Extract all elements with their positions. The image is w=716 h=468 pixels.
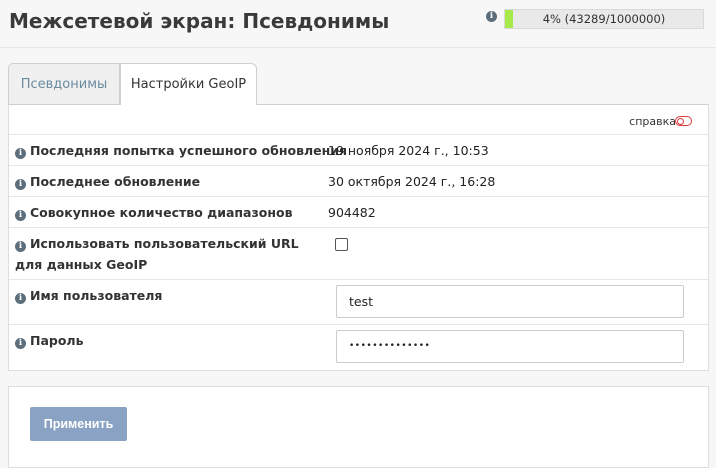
row-custom-url: i Использовать пользовательский URL для д… (9, 228, 708, 280)
row-label: i Последнее обновление (15, 171, 200, 192)
help-toggle[interactable] (675, 116, 692, 126)
row-label: i Использовать пользовательский URL для д… (15, 233, 315, 275)
custom-url-label: Использовать пользовательский URL для да… (15, 236, 299, 272)
password-label: Пароль (30, 333, 84, 348)
info-icon[interactable]: i (15, 293, 26, 304)
last-update-label: Последнее обновление (30, 174, 201, 189)
info-icon[interactable]: i (15, 148, 26, 159)
help-row: справка (9, 105, 708, 135)
last-update-value: 30 октября 2024 г., 16:28 (328, 174, 496, 189)
info-icon[interactable]: i (486, 11, 497, 22)
tab-aliases[interactable]: Псевдонимы (8, 63, 120, 105)
page-title: Межсетевой экран: Псевдонимы (9, 9, 390, 33)
row-label: i Последняя попытка успешного обновления (15, 140, 347, 161)
row-last-update: i Последнее обновление 30 октября 2024 г.… (9, 166, 708, 197)
info-icon[interactable]: i (15, 179, 26, 190)
row-username: i Имя пользователя test (9, 280, 708, 325)
header-bar: Межсетевой экран: Псевдонимы i 4% (43289… (0, 0, 716, 48)
tab-geoip-settings[interactable]: Настройки GeoIP (120, 63, 257, 106)
form-footer: Применить (8, 386, 709, 468)
geoip-settings-form: справка i Последняя попытка успешного обн… (8, 105, 709, 371)
row-total-ranges: i Совокупное количество диапазонов 904482 (9, 197, 708, 228)
tab-bar: Псевдонимы Настройки GeoIP (8, 63, 709, 106)
info-icon[interactable]: i (15, 210, 26, 221)
info-icon[interactable]: i (15, 338, 26, 349)
settings-panel: Псевдонимы Настройки GeoIP справка i Посл… (8, 63, 709, 371)
row-label: i Пароль (15, 330, 84, 351)
last-success-label: Последняя попытка успешного обновления (30, 143, 348, 158)
info-icon[interactable]: i (15, 241, 26, 252)
username-label: Имя пользователя (30, 288, 163, 303)
row-last-success: i Последняя попытка успешного обновления … (9, 135, 708, 166)
row-label: i Имя пользователя (15, 285, 162, 306)
password-input[interactable]: •••••••••••••• (336, 330, 684, 363)
usage-progress-text: 4% (43289/1000000) (542, 12, 666, 26)
last-success-value: 19 ноября 2024 г., 10:53 (328, 143, 489, 158)
username-input[interactable]: test (336, 285, 684, 318)
custom-url-checkbox[interactable] (335, 238, 348, 251)
row-label: i Совокупное количество диапазонов (15, 202, 292, 223)
usage-progress-bar: 4% (43289/1000000) (504, 9, 704, 29)
row-password: i Пароль •••••••••••••• (9, 325, 708, 370)
total-ranges-label: Совокупное количество диапазонов (30, 205, 293, 220)
apply-button[interactable]: Применить (30, 407, 127, 441)
help-label: справка (629, 115, 676, 128)
total-ranges-value: 904482 (328, 205, 376, 220)
